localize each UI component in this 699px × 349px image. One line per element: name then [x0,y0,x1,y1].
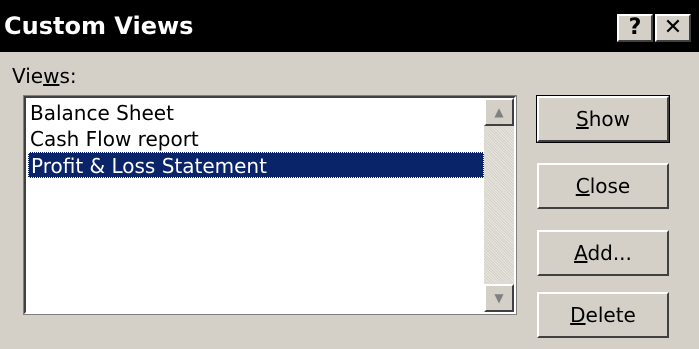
scroll-up-button[interactable]: ▲ [484,98,514,126]
vertical-scrollbar[interactable]: ▲ ▼ [484,98,514,312]
help-button[interactable]: ? [617,14,653,42]
views-list: Balance Sheet Cash Flow report Profit & … [28,100,484,178]
list-item-profit-loss-statement[interactable]: Profit & Loss Statement [28,152,484,178]
add-button[interactable]: Add... [537,230,669,276]
views-label: Views: [12,64,77,88]
arrow-up-icon: ▲ [494,105,504,119]
delete-button[interactable]: Delete [537,292,669,338]
close-window-button[interactable]: ✕ [655,14,691,42]
list-item-balance-sheet[interactable]: Balance Sheet [28,100,484,126]
views-listbox[interactable]: Balance Sheet Cash Flow report Profit & … [23,95,517,315]
close-button[interactable]: Close [537,163,669,209]
list-item-cash-flow-report[interactable]: Cash Flow report [28,126,484,152]
dialog-title: Custom Views [4,12,194,40]
arrow-down-icon: ▼ [494,291,504,305]
title-bar[interactable]: Custom Views ? ✕ [0,0,699,52]
help-icon: ? [628,15,642,40]
close-icon: ✕ [663,15,683,40]
custom-views-dialog: Custom Views ? ✕ Views: Balance Sheet Ca… [0,0,699,349]
scroll-down-button[interactable]: ▼ [484,284,514,312]
show-button[interactable]: Show [536,95,670,143]
